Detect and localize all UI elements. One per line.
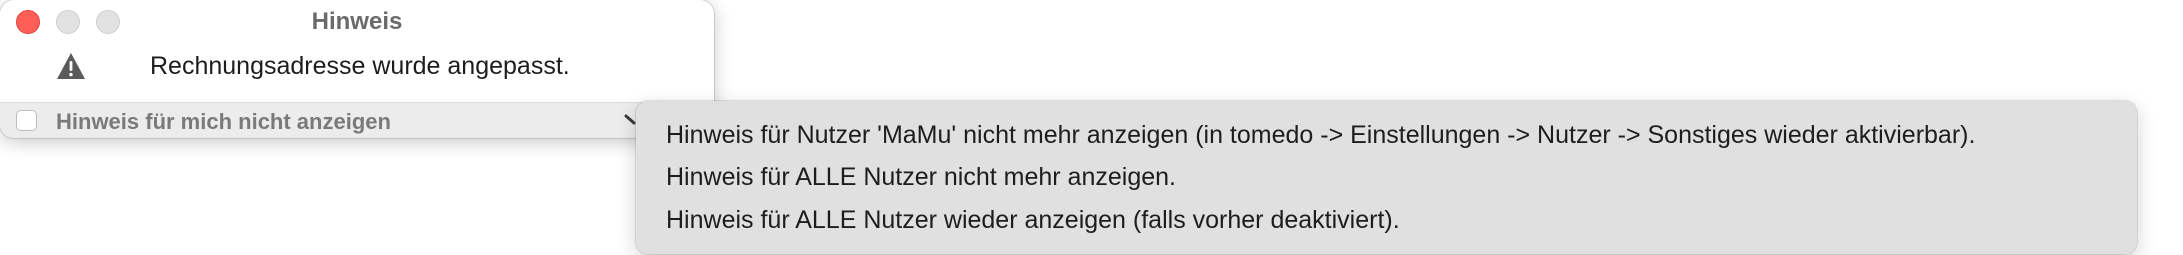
- titlebar: Hinweis: [0, 0, 714, 44]
- alert-dialog: Hinweis Rechnungsadresse wurde angepasst…: [0, 0, 714, 138]
- menu-item-hide-for-user[interactable]: Hinweis für Nutzer 'MaMu' nicht mehr anz…: [666, 117, 1975, 153]
- dialog-footer: Hinweis für mich nicht anzeigen: [0, 102, 714, 138]
- message-text: Rechnungsadresse wurde angepasst.: [150, 52, 570, 80]
- window-title: Hinweis: [311, 8, 403, 35]
- message-row: Rechnungsadresse wurde angepasst.: [0, 48, 714, 88]
- menu-item-hide-for-all[interactable]: Hinweis für ALLE Nutzer nicht mehr anzei…: [666, 159, 1176, 195]
- options-menu: Hinweis für Nutzer 'MaMu' nicht mehr anz…: [636, 101, 2137, 254]
- warning-icon: [57, 53, 85, 79]
- dont-show-checkbox[interactable]: [16, 110, 37, 131]
- dont-show-label[interactable]: Hinweis für mich nicht anzeigen: [56, 109, 391, 135]
- menu-item-show-for-all[interactable]: Hinweis für ALLE Nutzer wieder anzeigen …: [666, 202, 1400, 238]
